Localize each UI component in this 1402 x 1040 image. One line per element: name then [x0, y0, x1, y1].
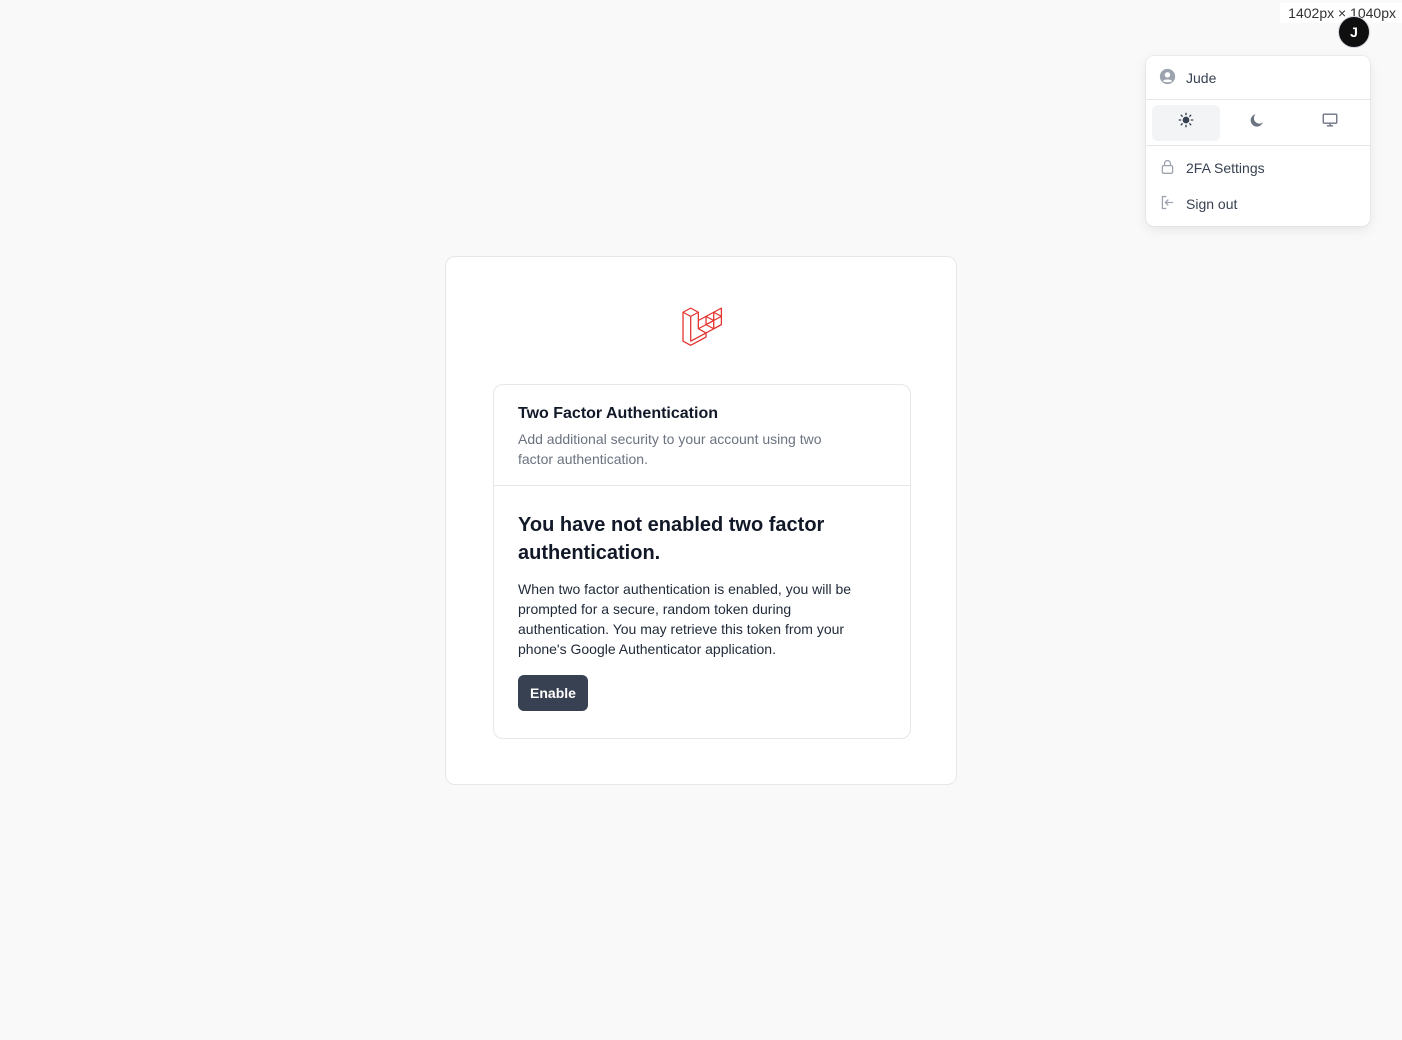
moon-icon	[1249, 111, 1267, 134]
sun-icon	[1177, 111, 1195, 134]
panel-subtitle: Add additional security to your account …	[518, 431, 822, 467]
dimension-label: 1402px × 1040px	[1280, 3, 1402, 23]
monitor-icon	[1321, 111, 1339, 134]
menu-user-name: Jude	[1186, 69, 1217, 86]
panel-body: You have not enabled two factor authenti…	[494, 486, 910, 711]
panel-title: Two Factor Authentication	[518, 405, 718, 422]
user-dropdown-menu: Jude 2FA Settings Sign out	[1146, 56, 1370, 226]
status-description: When two factor authentication is enable…	[518, 581, 852, 657]
menu-user-row: Jude	[1146, 56, 1370, 100]
theme-light-button[interactable]	[1152, 104, 1220, 141]
user-circle-icon	[1159, 68, 1186, 88]
theme-dark-button[interactable]	[1224, 105, 1292, 141]
sign-out-icon	[1159, 194, 1186, 214]
menu-item-label: 2FA Settings	[1186, 160, 1265, 176]
two-factor-panel: Two Factor Authentication Add additional…	[493, 384, 911, 739]
status-heading: You have not enabled two factor authenti…	[518, 514, 825, 564]
theme-switcher	[1146, 100, 1370, 146]
user-avatar[interactable]: J	[1338, 16, 1370, 48]
laravel-logo	[681, 304, 723, 346]
auth-card: Two Factor Authentication Add additional…	[445, 256, 957, 785]
panel-header: Two Factor Authentication Add additional…	[494, 385, 910, 486]
menu-item-sign-out[interactable]: Sign out	[1146, 186, 1370, 222]
lock-icon	[1159, 158, 1186, 178]
menu-item-label: Sign out	[1186, 196, 1238, 212]
menu-item-2fa-settings[interactable]: 2FA Settings	[1146, 150, 1370, 186]
theme-system-button[interactable]	[1296, 105, 1364, 141]
enable-button[interactable]: Enable	[518, 675, 588, 711]
